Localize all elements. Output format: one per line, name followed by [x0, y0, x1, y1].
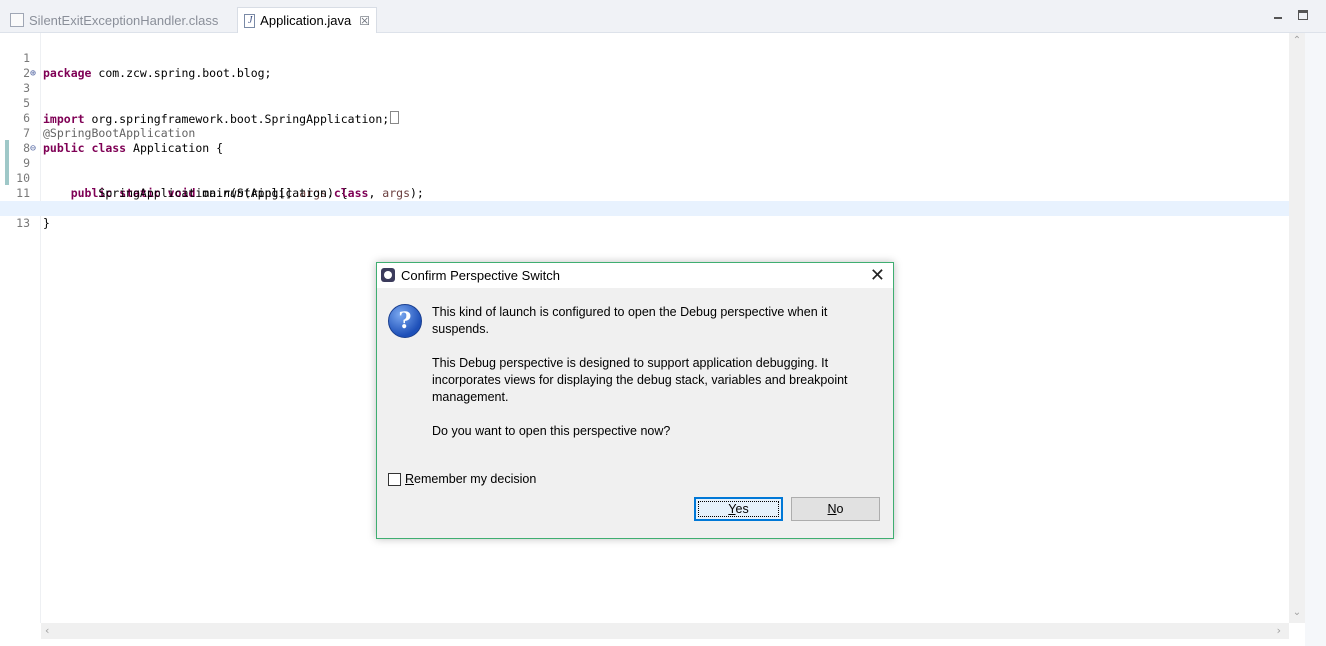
vertical-scrollbar[interactable]: ⌃ ⌄ — [1289, 33, 1305, 623]
checkbox-label: Remember my decision — [405, 472, 537, 486]
question-icon: ? — [388, 304, 422, 338]
scroll-right-icon[interactable]: › — [1277, 623, 1281, 639]
tab-label: Application.java — [260, 13, 352, 28]
remember-decision-checkbox[interactable]: Remember my decision — [388, 472, 536, 486]
java-file-icon — [244, 13, 256, 28]
view-controls — [1274, 10, 1310, 22]
code-line: 8 — [0, 126, 1290, 155]
dialog-message-2: This Debug perspective is designed to su… — [432, 356, 848, 404]
horizontal-scrollbar[interactable]: ‹ › — [41, 623, 1289, 639]
confirm-perspective-switch-dialog: Confirm Perspective Switch ✕ ? This kind… — [376, 262, 894, 539]
current-code-line: 13 — [0, 201, 1290, 231]
expand-fold-icon[interactable]: ⊕ — [30, 66, 40, 81]
code-line: 10 SpringApplication.run(Application.cla… — [0, 156, 1290, 200]
code-line: 12 } — [0, 186, 1290, 230]
tab-silent-exit-exception-handler[interactable]: SilentExitExceptionHandler.class — [4, 7, 232, 33]
collapse-fold-icon[interactable]: ⊖ — [30, 141, 40, 156]
tab-application-java[interactable]: Application.java ☒ — [237, 7, 377, 33]
scroll-up-icon[interactable]: ⌃ — [1289, 35, 1305, 46]
close-icon[interactable]: ✕ — [870, 265, 885, 286]
code-line: 6 @SpringBootApplication — [0, 96, 1290, 140]
code-line: 2 — [0, 51, 1290, 80]
focus-ring — [698, 501, 779, 517]
minimize-icon — [1274, 13, 1282, 19]
dialog-message-3: Do you want to open this perspective now… — [432, 424, 671, 438]
code-line: 5 — [0, 81, 1290, 110]
code-text: } — [43, 216, 50, 230]
minimize-button[interactable] — [1274, 10, 1286, 22]
dialog-title: Confirm Perspective Switch — [401, 268, 560, 283]
dialog-message-1: This kind of launch is configured to ope… — [432, 305, 828, 336]
class-file-icon — [10, 13, 24, 27]
close-icon[interactable]: ☒ — [359, 14, 370, 28]
scroll-down-icon[interactable]: ⌄ — [1289, 607, 1305, 618]
tab-label: SilentExitExceptionHandler.class — [29, 12, 219, 28]
maximize-icon — [1298, 10, 1308, 20]
eclipse-icon — [381, 268, 395, 282]
right-trim-area — [1305, 33, 1326, 646]
maximize-button[interactable] — [1298, 10, 1310, 22]
editor-tab-bar: SilentExitExceptionHandler.class Applica… — [0, 0, 1326, 33]
line-number: 13 — [0, 216, 32, 231]
code-line: 11 } — [0, 171, 1290, 215]
code-line: 7 public class Application { — [0, 111, 1290, 155]
yes-button[interactable]: Yes — [694, 497, 783, 521]
checkbox-box[interactable] — [388, 472, 401, 486]
scroll-left-icon[interactable]: ‹ — [45, 623, 49, 639]
code-line: 3 ⊕ import org.springframework.boot.Spri… — [0, 66, 1290, 126]
dialog-title-bar: Confirm Perspective Switch ✕ — [377, 263, 893, 288]
code-line: 1 package com.zcw.spring.boot.blog; — [0, 36, 1290, 80]
no-button[interactable]: No — [791, 497, 880, 521]
code-line: 9 ⊖ public static void main(String[] arg… — [0, 141, 1290, 200]
